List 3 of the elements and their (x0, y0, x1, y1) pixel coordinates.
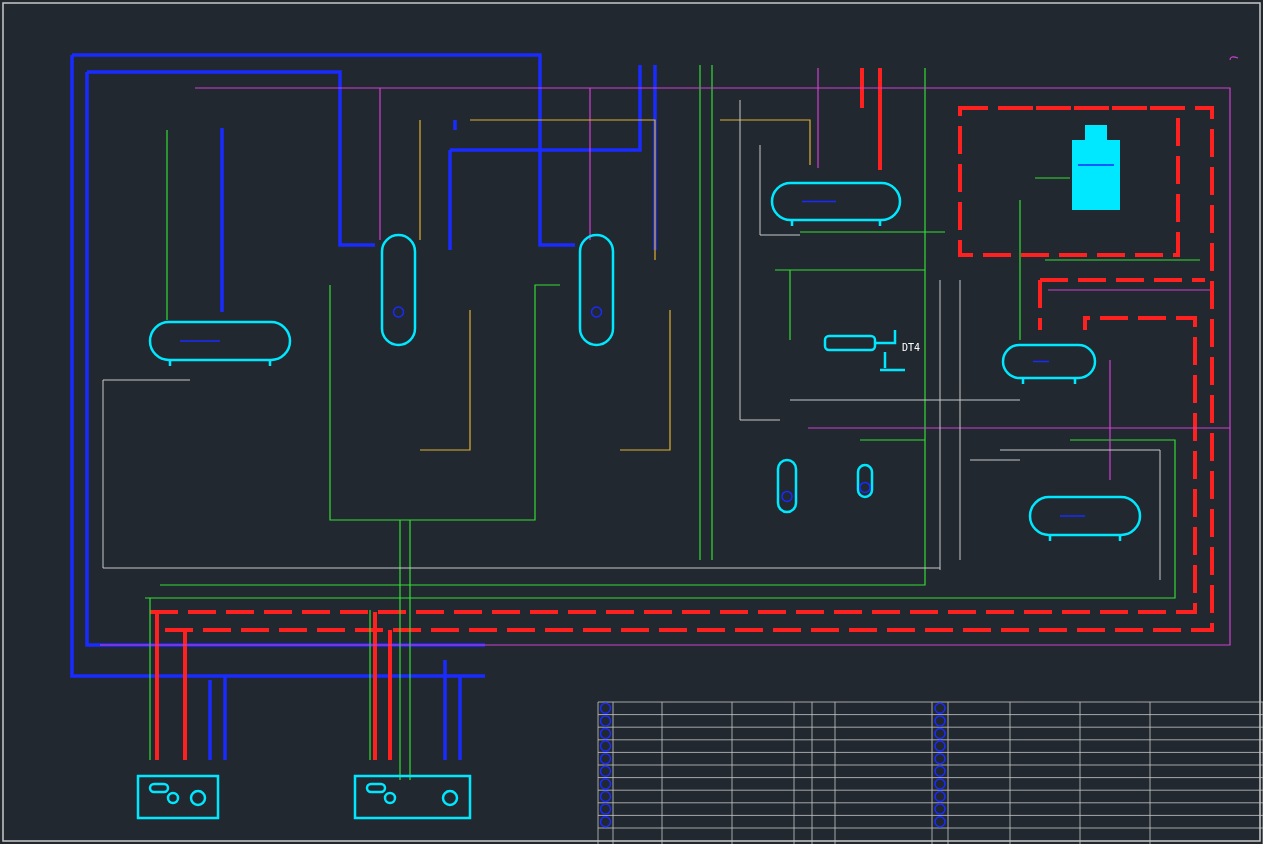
tag-label: DT4 (902, 342, 921, 353)
vertical-column-drawing (856, 463, 874, 499)
vertical-column-drawing (776, 458, 798, 514)
